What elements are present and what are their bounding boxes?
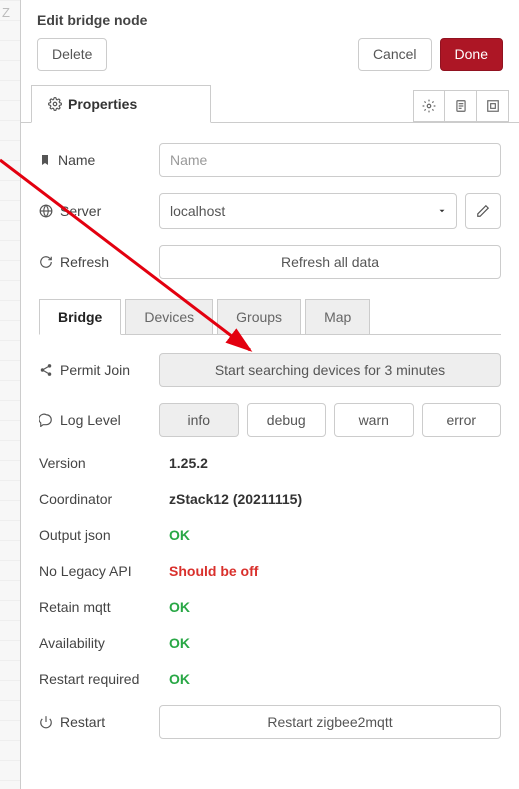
- log-level-segments: infodebugwarnerror: [159, 403, 501, 437]
- form-body: Name Server localhost: [21, 123, 519, 747]
- refresh-icon: [39, 255, 53, 269]
- kv-value: OK: [169, 527, 190, 543]
- permit-join-button[interactable]: Start searching devices for 3 minutes: [159, 353, 501, 387]
- kv-value: OK: [169, 635, 190, 651]
- kv-row: Restart requiredOK: [21, 661, 519, 697]
- row-restart: Restart Restart zigbee2mqtt: [21, 697, 519, 747]
- refresh-all-button[interactable]: Refresh all data: [159, 245, 501, 279]
- action-row: Delete Cancel Done: [21, 38, 519, 85]
- grid-letter: Z: [2, 5, 10, 20]
- kv-row: CoordinatorzStack12 (20211115): [21, 481, 519, 517]
- restart-label: Restart: [60, 714, 105, 730]
- gear-icon: [48, 97, 62, 111]
- server-select[interactable]: localhost: [159, 193, 457, 229]
- globe-icon: [39, 204, 53, 218]
- kv-row: AvailabilityOK: [21, 625, 519, 661]
- log-level-label: Log Level: [60, 412, 121, 428]
- kv-label: Coordinator: [39, 491, 169, 507]
- inner-tab-bridge[interactable]: Bridge: [39, 299, 121, 335]
- inner-tab-groups[interactable]: Groups: [217, 299, 301, 335]
- kv-value: 1.25.2: [169, 455, 208, 471]
- inner-tab-map[interactable]: Map: [305, 299, 370, 335]
- row-permit-join: Permit Join Start searching devices for …: [21, 345, 519, 395]
- server-label: Server: [60, 203, 101, 219]
- kv-row: No Legacy APIShould be off: [21, 553, 519, 589]
- permit-join-label: Permit Join: [60, 362, 130, 378]
- inner-tab-devices[interactable]: Devices: [125, 299, 213, 335]
- expand-button[interactable]: [477, 90, 509, 122]
- inner-tabs: BridgeDevicesGroupsMap: [39, 299, 501, 335]
- kv-label: Output json: [39, 527, 169, 543]
- workspace-grid: Z: [0, 0, 20, 789]
- kv-label: Availability: [39, 635, 169, 651]
- panel-title: Edit bridge node: [21, 0, 519, 38]
- log-level-error[interactable]: error: [422, 403, 502, 437]
- settings-button[interactable]: [413, 90, 445, 122]
- kv-value: OK: [169, 671, 190, 687]
- log-level-debug[interactable]: debug: [247, 403, 327, 437]
- restart-button[interactable]: Restart zigbee2mqtt: [159, 705, 501, 739]
- done-button[interactable]: Done: [440, 38, 503, 71]
- kv-label: Restart required: [39, 671, 169, 687]
- row-refresh: Refresh Refresh all data: [21, 237, 519, 287]
- kv-label: Version: [39, 455, 169, 471]
- kv-value: zStack12 (20211115): [169, 491, 302, 507]
- icon-toolbar: [413, 90, 509, 122]
- delete-button[interactable]: Delete: [37, 38, 107, 71]
- edit-panel: Edit bridge node Delete Cancel Done Prop…: [20, 0, 519, 789]
- kv-label: No Legacy API: [39, 563, 169, 579]
- doc-button[interactable]: [445, 90, 477, 122]
- name-input[interactable]: [159, 143, 501, 177]
- tab-properties-label: Properties: [68, 96, 137, 112]
- kv-value: OK: [169, 599, 190, 615]
- row-name: Name: [21, 135, 519, 185]
- share-icon: [39, 363, 53, 377]
- kv-row: Retain mqttOK: [21, 589, 519, 625]
- power-icon: [39, 715, 53, 729]
- log-level-warn[interactable]: warn: [334, 403, 414, 437]
- name-label: Name: [58, 152, 95, 168]
- cancel-button[interactable]: Cancel: [358, 38, 432, 71]
- kv-row: Output jsonOK: [21, 517, 519, 553]
- log-level-info[interactable]: info: [159, 403, 239, 437]
- kv-value: Should be off: [169, 563, 258, 579]
- kv-row: Version1.25.2: [21, 445, 519, 481]
- kv-label: Retain mqtt: [39, 599, 169, 615]
- refresh-label: Refresh: [60, 254, 109, 270]
- outer-tabs: Properties: [21, 85, 519, 123]
- comment-icon: [39, 413, 53, 427]
- edit-server-button[interactable]: [465, 193, 501, 229]
- row-log-level: Log Level infodebugwarnerror: [21, 395, 519, 445]
- tab-properties[interactable]: Properties: [31, 85, 211, 123]
- bookmark-icon: [39, 153, 51, 167]
- row-server: Server localhost: [21, 185, 519, 237]
